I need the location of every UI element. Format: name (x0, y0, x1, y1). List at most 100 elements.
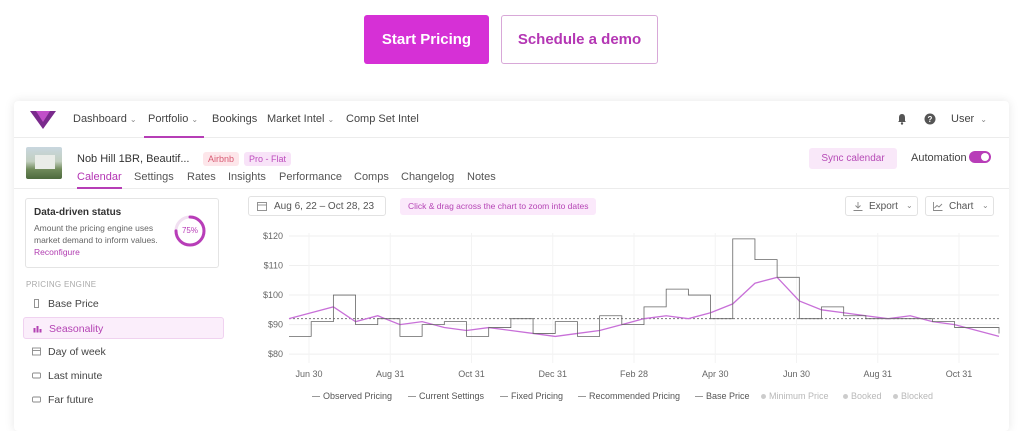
y-tick-label: $120 (263, 231, 283, 241)
sidebar-item-day-of-week[interactable]: Day of week (23, 341, 224, 363)
nav-comp-set-intel[interactable]: Comp Set Intel (346, 113, 419, 125)
calendar-week-icon (32, 347, 41, 356)
chart-type-button[interactable]: Chart ⌄ (925, 196, 994, 216)
house-image (35, 155, 55, 169)
y-tick-label: $90 (268, 320, 283, 330)
sidebar-item-far-future[interactable]: Far future (23, 389, 224, 411)
x-tick-label: Jun 30 (783, 369, 810, 379)
x-tick-label: Feb 28 (620, 369, 648, 379)
calendar-icon (257, 202, 267, 211)
legend-item[interactable]: Current Settings (408, 391, 484, 401)
nav-market-intel-label: Market Intel (267, 113, 325, 125)
svg-text:?: ? (928, 115, 933, 124)
nav-portfolio[interactable]: Portfolio ⌄ (148, 113, 198, 125)
sidebar-item-label: Seasonality (49, 323, 104, 335)
automation-label: Automation (911, 152, 967, 164)
status-title: Data-driven status (34, 207, 122, 218)
date-range-label: Aug 6, 22 – Oct 28, 23 (274, 201, 375, 212)
download-icon (853, 202, 863, 211)
legend-item[interactable]: Booked (843, 391, 882, 401)
sidebar-item-label: Far future (48, 394, 94, 406)
pricing-chart[interactable]: $120 $110 $100 $90 $80 Jun 30 Aug 31 Oct 31 Dec … (239, 223, 1009, 413)
nav-market-intel[interactable]: Market Intel ⌄ (267, 113, 334, 125)
sync-calendar-button[interactable]: Sync calendar (809, 148, 897, 169)
nav-comp-set-intel-label: Comp Set Intel (346, 113, 419, 125)
tab-comps[interactable]: Comps (354, 171, 389, 183)
clock-icon (32, 372, 41, 379)
date-range-picker[interactable]: Aug 6, 22 – Oct 28, 23 (248, 196, 386, 216)
legend-item[interactable]: Blocked (893, 391, 933, 401)
tab-calendar[interactable]: Calendar (77, 171, 122, 183)
x-tick-label: Dec 31 (538, 369, 567, 379)
export-label: Export (869, 201, 898, 212)
listing-title[interactable]: Nob Hill 1BR, Beautif... (77, 153, 190, 165)
sidebar-item-label: Base Price (48, 298, 99, 310)
line-chart-icon (933, 202, 943, 211)
tab-performance[interactable]: Performance (279, 171, 342, 183)
sidebar-item-label: Last minute (48, 370, 103, 382)
reconfigure-link[interactable]: Reconfigure (34, 247, 80, 257)
calendar-future-icon (32, 396, 41, 403)
y-tick-label: $100 (263, 290, 283, 300)
nav-dashboard-label: Dashboard (73, 113, 127, 125)
sidebar-item-seasonality[interactable]: Seasonality (23, 317, 224, 339)
sidebar-item-base-price[interactable]: Base Price (23, 293, 224, 315)
progress-percent: 75% (181, 226, 198, 235)
chart-type-label: Chart (949, 201, 974, 212)
data-driven-status-card: Data-driven status Amount the pricing en… (25, 198, 219, 268)
app-window: Dashboard ⌄ Portfolio ⌄ Bookings Market In… (14, 101, 1009, 431)
top-navigation: Dashboard ⌄ Portfolio ⌄ Bookings Market In… (14, 101, 1009, 138)
bar-icon (34, 299, 39, 308)
schedule-demo-button[interactable]: Schedule a demo (501, 15, 658, 64)
listing-thumbnail (26, 147, 62, 179)
x-tick-label: Aug 31 (863, 369, 892, 379)
user-label: User (951, 113, 975, 125)
x-tick-label: Apr 30 (702, 369, 729, 379)
y-tick-label: $80 (268, 349, 283, 359)
channel-badge: Airbnb (203, 152, 240, 166)
chart-icon (33, 326, 42, 333)
sidebar-item-label: Day of week (48, 346, 106, 358)
chevron-down-icon: ⌄ (906, 201, 913, 210)
legend-item[interactable]: Minimum Price (761, 391, 829, 401)
sidebar-item-last-minute[interactable]: Last minute (23, 365, 224, 387)
logo-icon[interactable] (30, 110, 56, 130)
nav-portfolio-label: Portfolio (148, 113, 189, 125)
tab-active-indicator (77, 187, 122, 189)
legend-item[interactable]: Fixed Pricing (500, 391, 563, 401)
x-tick-label: Oct 31 (946, 369, 973, 379)
chevron-down-icon: ⌄ (129, 115, 137, 124)
chevron-down-icon: ⌄ (327, 115, 335, 124)
tab-settings[interactable]: Settings (134, 171, 174, 183)
chevron-down-icon: ⌄ (980, 115, 987, 124)
y-tick-label: $110 (264, 261, 283, 271)
nav-dashboard[interactable]: Dashboard ⌄ (73, 113, 137, 125)
status-description-text: Amount the pricing engine uses market de… (34, 223, 158, 245)
nav-bookings-label: Bookings (212, 113, 258, 125)
legend-item[interactable]: Observed Pricing (312, 391, 392, 401)
tab-changelog[interactable]: Changelog (401, 171, 454, 183)
nav-active-indicator (144, 136, 204, 138)
x-tick-label: Aug 31 (376, 369, 405, 379)
automation-toggle[interactable] (969, 151, 991, 163)
tab-notes[interactable]: Notes (467, 171, 496, 183)
legend-item[interactable]: Base Price (695, 391, 750, 401)
nav-bookings[interactable]: Bookings (212, 113, 257, 125)
status-description: Amount the pricing engine uses market de… (34, 222, 164, 258)
cta-row: Start Pricing Schedule a demo (0, 15, 1024, 64)
tab-rates[interactable]: Rates (187, 171, 216, 183)
plan-badge: Pro - Flat (244, 152, 292, 166)
chevron-down-icon: ⌄ (982, 201, 989, 210)
bell-icon[interactable] (896, 113, 908, 125)
x-tick-label: Jun 30 (295, 369, 322, 379)
user-menu[interactable]: User ⌄ (951, 113, 987, 125)
legend-item[interactable]: Recommended Pricing (578, 391, 680, 401)
zoom-hint: Click & drag across the chart to zoom in… (400, 198, 597, 215)
series-base-price-line (289, 238, 1000, 337)
chevron-down-icon: ⌄ (191, 115, 199, 124)
export-button[interactable]: Export ⌄ (845, 196, 918, 216)
tab-insights[interactable]: Insights (228, 171, 266, 183)
start-pricing-button[interactable]: Start Pricing (364, 15, 489, 64)
help-icon[interactable]: ? (924, 113, 936, 125)
x-tick-label: Oct 31 (458, 369, 485, 379)
